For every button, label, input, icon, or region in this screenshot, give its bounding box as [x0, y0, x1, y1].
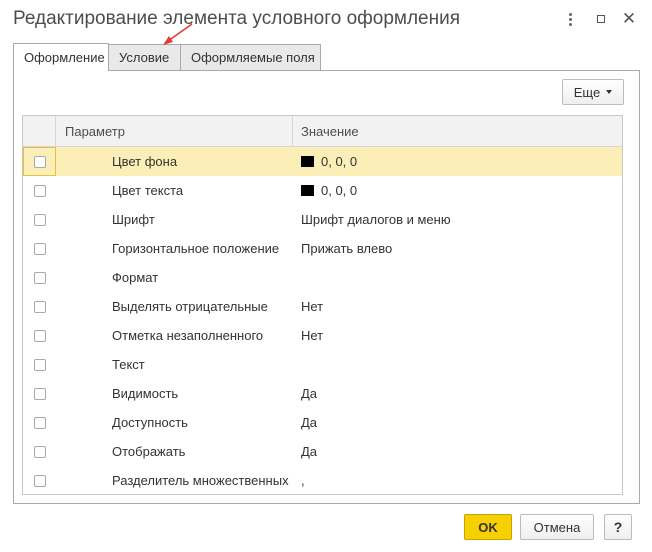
value-text: 0, 0, 0	[321, 154, 358, 169]
parameter-cell: Отметка незаполненного	[112, 328, 264, 343]
row-checkbox-cell	[23, 445, 56, 458]
use-checkbox[interactable]	[33, 358, 46, 371]
parameter-cell: Разделитель множественных ...	[112, 473, 293, 488]
row-checkbox-cell	[23, 300, 56, 313]
value-cell[interactable]: Прижать влево	[293, 241, 622, 256]
table-row[interactable]: Видимость Да	[23, 379, 622, 408]
use-checkbox[interactable]	[33, 184, 46, 197]
value-text: 0, 0, 0	[321, 183, 358, 198]
value-cell[interactable]: Да	[293, 386, 622, 401]
column-header-parameter[interactable]: Параметр	[56, 116, 293, 146]
parameter-cell: Текст	[112, 357, 145, 372]
table-row[interactable]: Выделять отрицательные Нет	[23, 292, 622, 321]
value-cell[interactable]: Нет	[293, 299, 622, 314]
value-text: Прижать влево	[301, 241, 393, 256]
use-checkbox[interactable]	[33, 445, 46, 458]
ok-button[interactable]: OK	[464, 514, 512, 540]
parameter-cell: Видимость	[112, 386, 179, 401]
close-icon[interactable]: ✕	[620, 8, 638, 30]
parameter-cell: Доступность	[112, 415, 188, 430]
focused-cell-outline	[23, 147, 56, 176]
use-checkbox[interactable]	[33, 300, 46, 313]
value-cell[interactable]: 0, 0, 0	[293, 183, 622, 198]
value-cell[interactable]: Да	[293, 444, 622, 459]
value-text: Да	[301, 386, 318, 401]
more-button-label: Еще	[573, 84, 601, 100]
cancel-button[interactable]: Отмена	[520, 514, 594, 540]
value-cell[interactable]: 0, 0, 0	[293, 154, 622, 169]
use-checkbox[interactable]	[33, 387, 46, 400]
maximize-icon[interactable]	[592, 8, 610, 30]
table-header: Параметр Значение	[23, 116, 622, 147]
parameter-cell: Формат	[112, 270, 159, 285]
use-checkbox[interactable]	[33, 213, 46, 226]
use-checkbox[interactable]	[33, 242, 46, 255]
row-checkbox-cell	[23, 387, 56, 400]
tab-appearance[interactable]: Оформление	[13, 43, 109, 71]
parameter-cell: Горизонтальное положение	[112, 241, 280, 256]
table-row[interactable]: Горизонтальное положение Прижать влево	[23, 234, 622, 263]
help-button[interactable]: ?	[604, 514, 632, 540]
more-options-icon[interactable]	[561, 8, 579, 30]
table-body: Цвет фона 0, 0, 0 Цвет текста 0, 0, 0 Шрифт Ш…	[23, 147, 622, 494]
parameter-cell: Цвет текста	[112, 183, 184, 198]
parameter-cell: Шрифт	[112, 212, 155, 227]
row-checkbox-cell	[23, 358, 56, 371]
table-row[interactable]: Отметка незаполненного Нет	[23, 321, 622, 350]
table-row[interactable]: Формат	[23, 263, 622, 292]
column-header-value[interactable]: Значение	[293, 116, 622, 146]
table-row[interactable]: Отображать Да	[23, 437, 622, 466]
header-checkbox-column	[23, 116, 56, 146]
table-row[interactable]: Шрифт Шрифт диалогов и меню	[23, 205, 622, 234]
parameter-cell: Отображать	[112, 444, 186, 459]
parameter-cell: Выделять отрицательные	[112, 299, 268, 314]
table-row[interactable]: Цвет текста 0, 0, 0	[23, 176, 622, 205]
table-row[interactable]: Текст	[23, 350, 622, 379]
value-text: Нет	[301, 299, 324, 314]
chevron-down-icon	[606, 90, 613, 94]
use-checkbox[interactable]	[33, 474, 46, 487]
window-title: Редактирование элемента условного оформл…	[13, 8, 461, 29]
tab-panel-appearance: Еще Параметр Значение Цвет фона 0, 0, 0 Цв…	[13, 70, 640, 504]
row-checkbox-cell	[23, 213, 56, 226]
value-text: Да	[301, 415, 318, 430]
row-checkbox-cell	[23, 242, 56, 255]
use-checkbox[interactable]	[33, 271, 46, 284]
value-text: Да	[301, 444, 318, 459]
use-checkbox[interactable]	[33, 329, 46, 342]
table-row[interactable]: Цвет фона 0, 0, 0	[23, 147, 622, 176]
color-swatch	[301, 185, 314, 196]
appearance-table[interactable]: Параметр Значение Цвет фона 0, 0, 0 Цвет т…	[22, 115, 623, 495]
table-row[interactable]: Разделитель множественных ...,	[23, 466, 622, 494]
row-checkbox-cell	[23, 474, 56, 487]
row-checkbox-cell	[23, 416, 56, 429]
use-checkbox[interactable]	[33, 416, 46, 429]
row-checkbox-cell	[23, 271, 56, 284]
value-text: ,	[301, 473, 305, 488]
value-cell[interactable]: Да	[293, 415, 622, 430]
parameter-cell: Цвет фона	[112, 154, 178, 169]
value-cell[interactable]: Шрифт диалогов и меню	[293, 212, 622, 227]
table-row[interactable]: Доступность Да	[23, 408, 622, 437]
annotation-arrow-icon	[163, 23, 193, 45]
value-text: Нет	[301, 328, 324, 343]
value-text: Шрифт диалогов и меню	[301, 212, 451, 227]
color-swatch	[301, 156, 314, 167]
value-cell[interactable]: Нет	[293, 328, 622, 343]
value-cell[interactable]: ,	[293, 473, 622, 488]
more-button[interactable]: Еще	[562, 79, 624, 105]
row-checkbox-cell	[23, 329, 56, 342]
row-checkbox-cell	[23, 184, 56, 197]
tab-formatted-fields[interactable]: Оформляемые поля	[180, 44, 321, 70]
